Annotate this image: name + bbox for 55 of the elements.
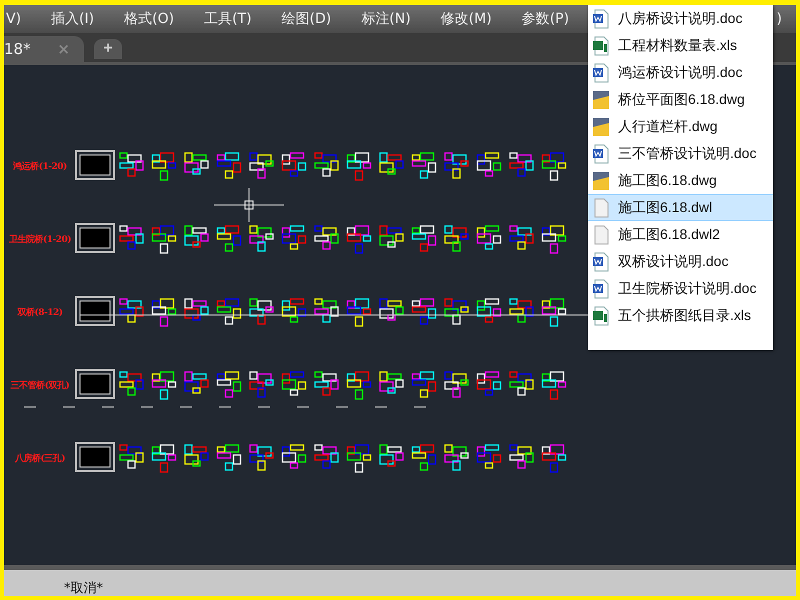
file-item[interactable]: 双桥设计说明.doc [588, 248, 773, 275]
row-label: 八房桥(三孔) [14, 452, 66, 464]
blank-file-icon [592, 224, 610, 244]
file-item[interactable]: 鸿运桥设计说明.doc [588, 59, 773, 86]
file-name: 三不管桥设计说明.doc [618, 144, 756, 162]
file-name: 人行道栏杆.dwg [618, 118, 718, 136]
drawing-tab[interactable]: 18* × [4, 36, 84, 62]
file-item[interactable]: 人行道栏杆.dwg [588, 113, 773, 140]
row-label: 鸿运桥(1-20) [12, 160, 68, 172]
cad-file-icon [592, 116, 610, 136]
menu-item[interactable]: 工具(T) [204, 10, 252, 28]
file-item[interactable]: 三不管桥设计说明.doc [588, 140, 773, 167]
file-name: 鸿运桥设计说明.doc [618, 64, 742, 82]
word-document-icon [592, 252, 610, 272]
file-name: 桥位平面图6.18.dwg [618, 90, 745, 108]
word-document-icon [592, 278, 610, 298]
cad-file-icon [592, 90, 610, 110]
file-item[interactable]: 施工图6.18.dwl [588, 194, 773, 221]
cad-file-icon [592, 170, 610, 190]
spreadsheet-icon [592, 306, 610, 326]
word-document-icon [592, 62, 610, 82]
command-line-text: *取消* [64, 582, 103, 596]
file-name: 施工图6.18.dwl2 [618, 226, 720, 244]
new-tab-button[interactable]: + [94, 39, 122, 59]
file-item[interactable]: 八房桥设计说明.doc [588, 5, 773, 32]
tab-label: 18* [4, 40, 31, 58]
menu-item[interactable]: ) [776, 11, 782, 27]
menu-item[interactable]: 修改(M) [440, 10, 492, 28]
row-label: 双桥(8-12) [16, 306, 64, 318]
menu-item[interactable]: 格式(O) [124, 10, 174, 28]
file-name: 八房桥设计说明.doc [618, 10, 742, 28]
file-name: 工程材料数量表.xls [618, 36, 737, 54]
menu-item[interactable]: V) [6, 11, 22, 27]
row-label: 三不管桥(双孔) [10, 380, 70, 392]
menu-item[interactable]: 标注(N) [361, 10, 411, 28]
file-item[interactable]: 工程材料数量表.xls [588, 32, 773, 59]
word-document-icon [592, 144, 610, 164]
file-name: 施工图6.18.dwg [618, 172, 717, 190]
file-item[interactable]: 施工图6.18.dwl2 [588, 221, 773, 248]
file-item[interactable]: 施工图6.18.dwg [588, 167, 773, 194]
file-name: 卫生院桥设计说明.doc [618, 280, 756, 298]
file-name: 施工图6.18.dwl [618, 198, 712, 216]
file-item[interactable]: 卫生院桥设计说明.doc [588, 275, 773, 302]
row-label: 卫生院桥(1-20) [8, 233, 72, 246]
crosshair-cursor-icon [214, 188, 284, 222]
file-name: 双桥设计说明.doc [618, 252, 728, 270]
word-document-icon [592, 8, 610, 28]
menu-item[interactable]: 绘图(D) [282, 10, 332, 28]
menu-item[interactable]: 参数(P) [522, 10, 570, 28]
file-name: 五个拱桥图纸目录.xls [618, 306, 751, 324]
file-item[interactable]: 五个拱桥图纸目录.xls [588, 302, 773, 329]
menu-item[interactable]: 插入(I) [51, 10, 94, 28]
spreadsheet-icon [592, 36, 610, 56]
file-item[interactable]: 桥位平面图6.18.dwg [588, 86, 773, 113]
blank-file-icon [592, 198, 610, 218]
